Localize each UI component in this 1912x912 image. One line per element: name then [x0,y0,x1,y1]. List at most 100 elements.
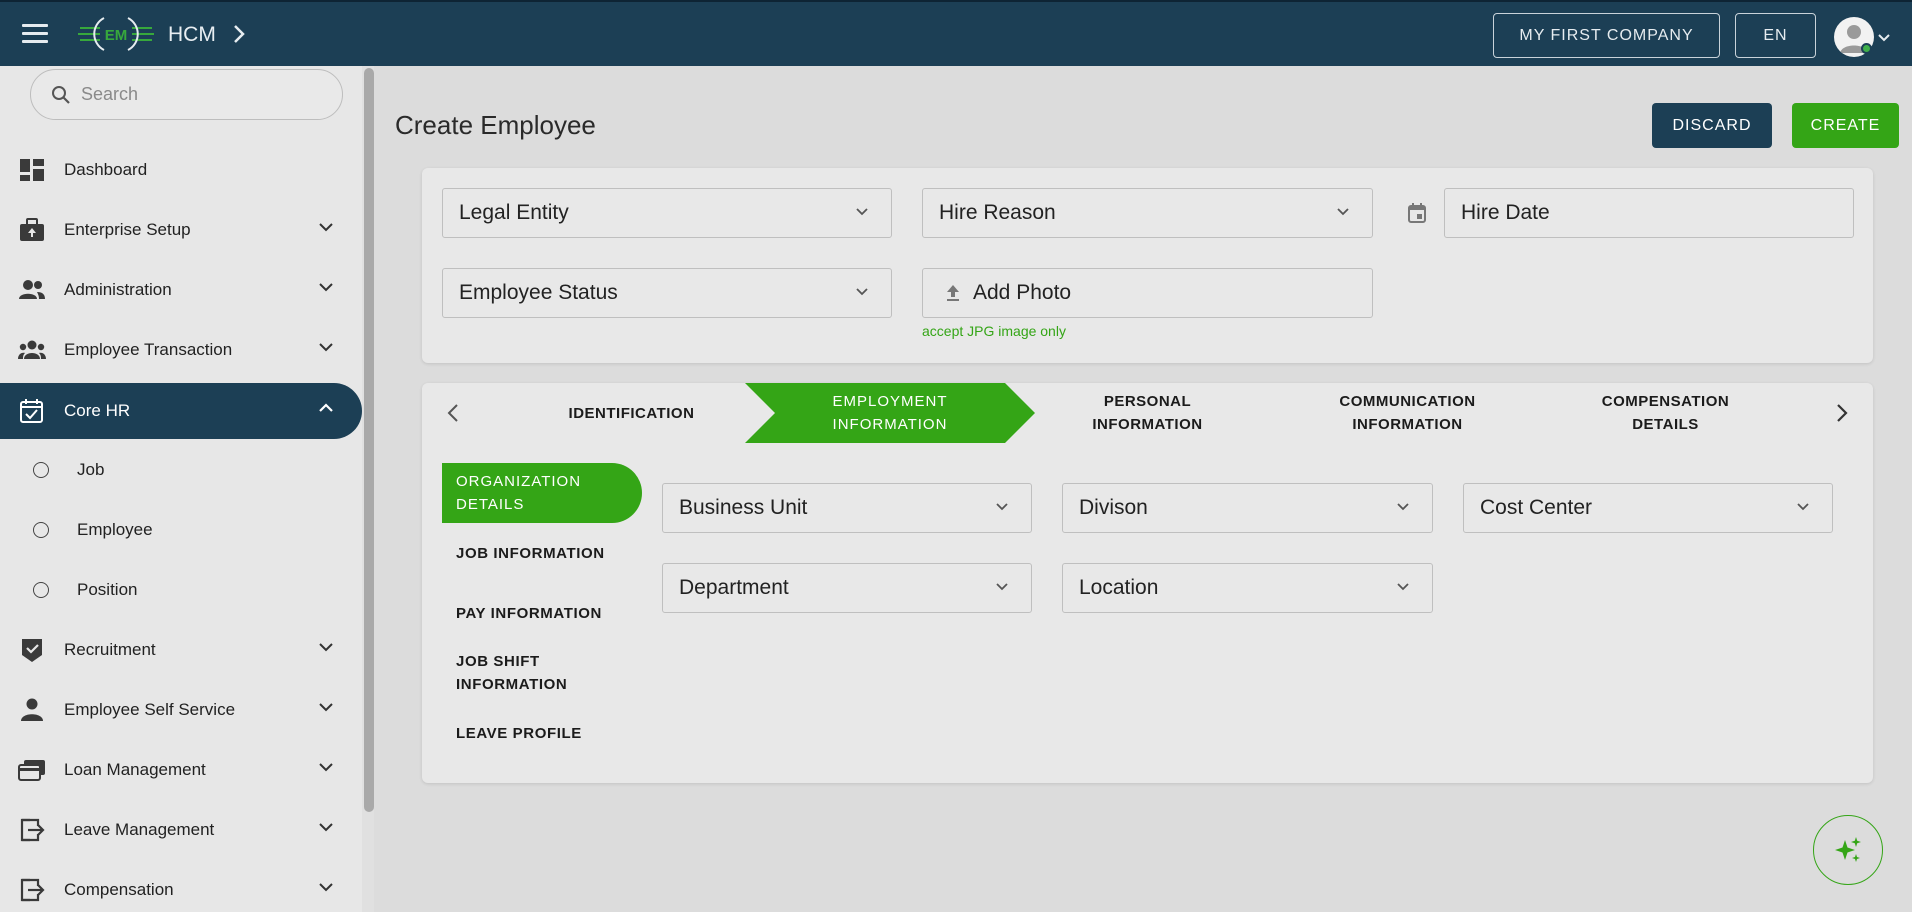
radio-circle-icon [33,522,49,538]
chevron-down-icon [1337,208,1349,216]
sidebar-item-core-hr[interactable]: Core HR [0,383,362,439]
step-label-line1: COMMUNICATION [1339,393,1476,410]
chevron-down-icon [1397,583,1409,591]
sidebar-item-administration[interactable]: Administration [0,262,362,318]
step-identification[interactable]: IDENTIFICATION [540,383,723,443]
sidebar-subitem-job[interactable]: Job [0,446,362,494]
subtab-job-shift-information[interactable]: JOB SHIFT INFORMATION [442,650,642,696]
discard-button[interactable]: DISCARD [1652,103,1772,148]
hire-reason-select[interactable]: Hire Reason [922,188,1373,238]
sidebar-item-employee-self-service[interactable]: Employee Self Service [0,682,362,738]
dashboard-icon [20,159,44,181]
subtab-label-line2: DETAILS [456,496,525,513]
chevron-down-icon [319,343,333,352]
sidebar-subitem-label: Job [77,460,105,479]
app-name[interactable]: HCM [168,23,216,47]
briefcase-icon [20,218,44,241]
subtab-label-line1: JOB SHIFT [456,653,540,670]
chevron-right-icon[interactable] [232,24,246,49]
search-icon [52,85,70,104]
chevron-up-icon [319,403,333,412]
step-label-line1: EMPLOYMENT [832,393,948,410]
sidebar-subitem-employee[interactable]: Employee [0,506,362,554]
step-label-line2: INFORMATION [1352,416,1463,433]
sidebar-scrollbar-thumb[interactable] [364,68,374,812]
group-icon [18,340,46,359]
search-box[interactable] [30,69,343,120]
sidebar-item-dashboard[interactable]: Dashboard [0,142,362,198]
logo-text: EM [105,27,128,44]
step-employment-information[interactable]: EMPLOYMENT INFORMATION [775,383,1005,443]
sidebar-subitem-label: Position [77,580,138,599]
step-label-line1: PERSONAL [1103,393,1192,410]
sidebar-item-recruitment[interactable]: Recruitment [0,622,362,678]
sidebar-item-employee-transaction[interactable]: Employee Transaction [0,322,362,378]
hire-date-field[interactable]: Hire Date [1444,188,1854,238]
division-select[interactable]: Divison [1062,483,1433,533]
chevron-down-icon [319,823,333,832]
division-label: Divison [1079,496,1148,519]
legal-entity-label: Legal Entity [459,201,569,224]
menu-icon[interactable] [22,24,48,44]
ai-assistant-button[interactable] [1813,815,1883,885]
chevron-down-icon [1797,503,1809,511]
sidebar-subitem-position[interactable]: Position [0,566,362,614]
employee-status-select[interactable]: Employee Status [442,268,892,318]
sidebar-item-enterprise-setup[interactable]: Enterprise Setup [0,202,362,258]
employee-status-label: Employee Status [459,281,618,304]
cost-center-select[interactable]: Cost Center [1463,483,1833,533]
sidebar-item-label: Employee Transaction [64,340,233,359]
legal-entity-select[interactable]: Legal Entity [442,188,892,238]
sidebar-item-label: Recruitment [64,640,156,659]
chevron-down-icon [319,703,333,712]
sidebar-item-label: Core HR [64,401,131,420]
business-unit-select[interactable]: Business Unit [662,483,1032,533]
chevron-left-icon[interactable] [446,402,460,424]
sidebar-item-leave-management[interactable]: Leave Management [0,802,362,858]
exit-icon [20,878,45,902]
chevron-down-icon [856,208,868,216]
sidebar-item-label: Leave Management [64,820,215,839]
language-button[interactable]: EN [1735,13,1816,58]
step-communication-information[interactable]: COMMUNICATION INFORMATION [1310,383,1505,443]
hire-reason-label: Hire Reason [939,201,1056,224]
subtab-label-line1: ORGANIZATION [456,473,582,490]
page-title: Create Employee [395,110,596,140]
add-photo-button[interactable]: Add Photo [922,268,1373,318]
subtab-label-line1: JOB INFORMATION [456,545,605,562]
person-icon [21,698,43,721]
chevron-down-icon [319,643,333,652]
location-select[interactable]: Location [1062,563,1433,613]
chevron-down-icon[interactable] [1877,30,1891,48]
cost-center-label: Cost Center [1480,496,1593,519]
subtab-pay-information[interactable]: PAY INFORMATION [442,602,642,625]
chevron-down-icon [319,883,333,892]
sidebar-item-label: Enterprise Setup [64,220,191,239]
step-personal-information[interactable]: PERSONAL INFORMATION [1050,383,1245,443]
hire-date-label: Hire Date [1461,201,1550,224]
sidebar-item-label: Dashboard [64,160,148,179]
radio-circle-icon [33,582,49,598]
search-input[interactable] [81,84,311,105]
subtab-leave-profile[interactable]: LEAVE PROFILE [442,722,642,745]
app-logo[interactable]: EM [78,14,154,54]
calendar-icon[interactable] [1407,202,1427,224]
sidebar-item-label: Loan Management [64,760,206,779]
subtab-organization-details[interactable]: ORGANIZATION DETAILS [442,463,642,523]
chevron-down-icon [319,283,333,292]
chevron-right-icon[interactable] [1835,402,1849,424]
step-label-line1: COMPENSATION [1601,393,1730,410]
company-button[interactable]: MY FIRST COMPANY [1493,13,1720,58]
department-select[interactable]: Department [662,563,1032,613]
create-button[interactable]: CREATE [1792,103,1899,148]
sidebar-item-compensation[interactable]: Compensation [0,862,362,912]
sidebar-item-loan-management[interactable]: Loan Management [0,742,362,798]
subtab-job-information[interactable]: JOB INFORMATION [442,542,642,565]
chevron-down-icon [856,288,868,296]
radio-circle-icon [33,462,49,478]
step-compensation-details[interactable]: COMPENSATION DETAILS [1568,383,1763,443]
cards-icon [18,760,45,781]
sidebar-item-label: Employee Self Service [64,700,236,719]
step-label: IDENTIFICATION [568,404,695,422]
sidebar-item-label: Administration [64,280,172,299]
